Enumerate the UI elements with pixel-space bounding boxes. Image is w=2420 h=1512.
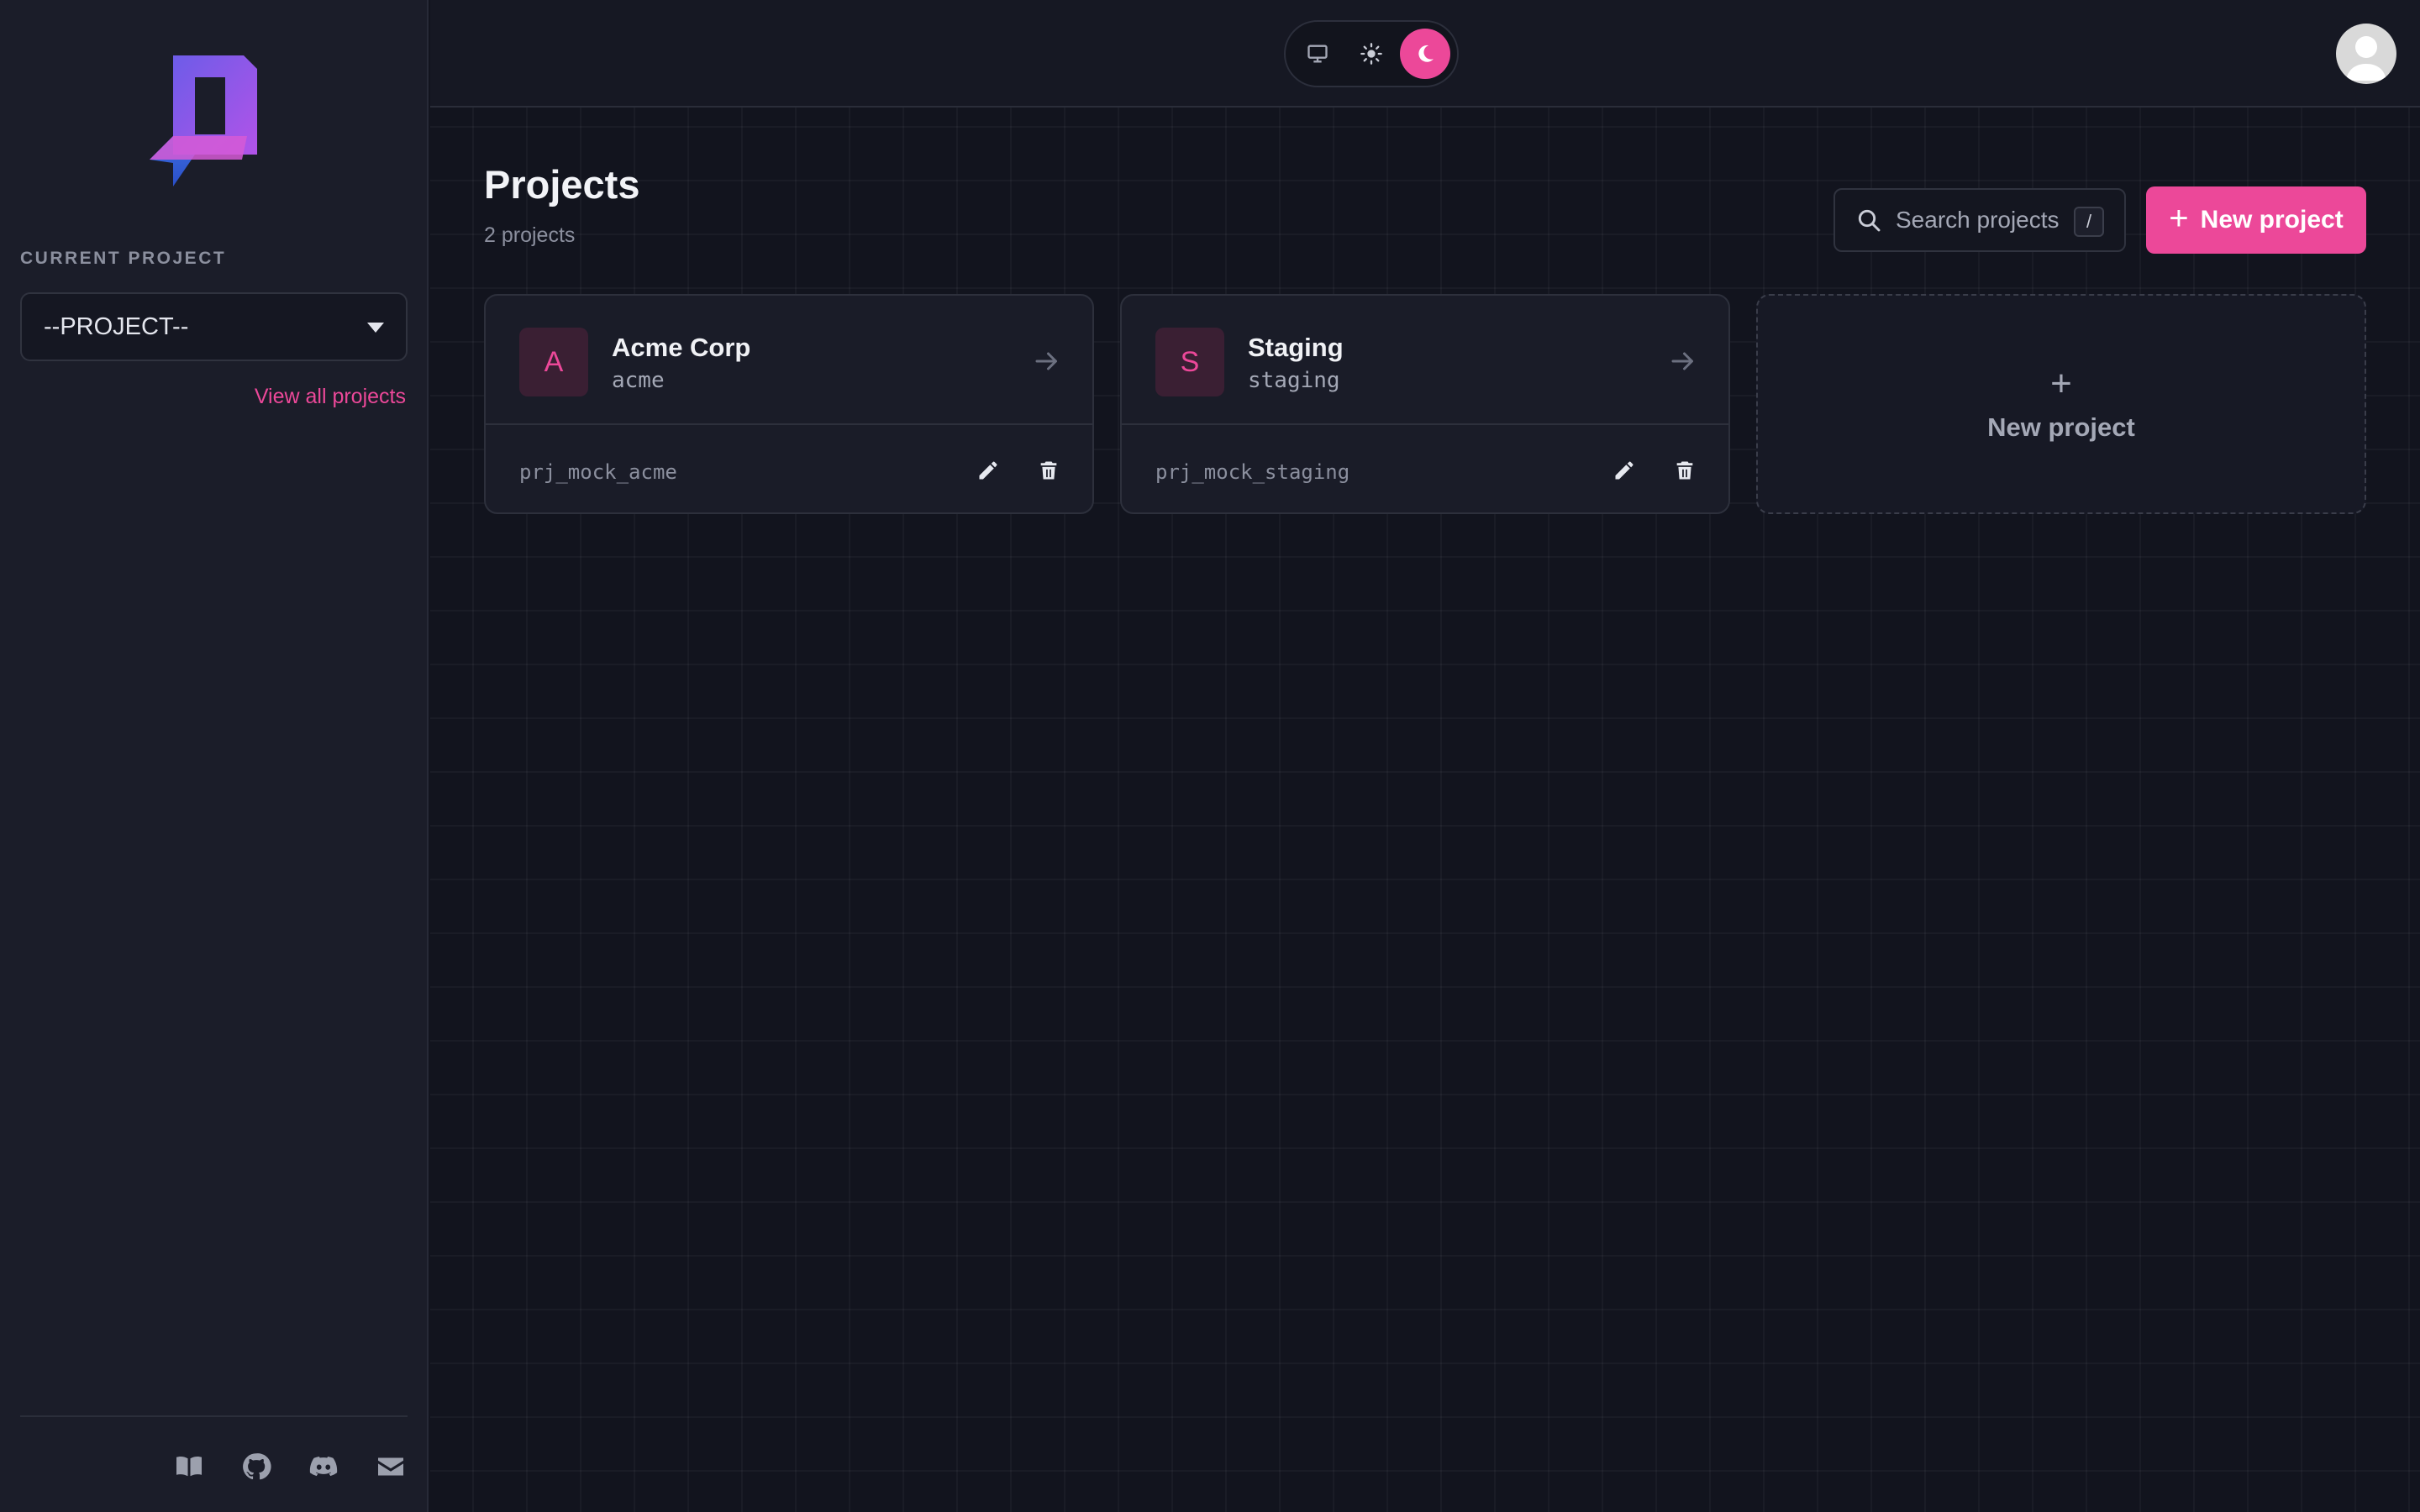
theme-system-button[interactable] — [1292, 29, 1343, 79]
monitor-icon — [1307, 45, 1328, 63]
project-card: S Staging staging prj_mock_staging — [1120, 294, 1730, 514]
project-count: 2 projects — [484, 223, 576, 247]
search-projects-input[interactable]: Search projects / — [1833, 188, 2126, 252]
project-card: A Acme Corp acme prj_mock_acme — [484, 294, 1094, 514]
sidebar: CURRENT PROJECT --PROJECT-- View all pro… — [0, 0, 429, 1512]
project-name: Acme Corp — [612, 333, 751, 362]
plus-icon: + — [2169, 200, 2189, 237]
project-card-header[interactable]: A Acme Corp acme — [486, 296, 1092, 425]
github-icon[interactable] — [239, 1450, 273, 1483]
moon-icon — [1418, 45, 1434, 62]
sidebar-footer — [0, 1446, 408, 1487]
page-title: Projects — [484, 162, 640, 207]
new-project-card-label: New project — [1987, 412, 2135, 442]
mail-icon[interactable] — [374, 1450, 408, 1483]
search-shortcut-key: / — [2074, 207, 2104, 237]
search-icon — [1858, 209, 1881, 232]
sidebar-divider — [20, 1415, 408, 1417]
current-project-label: CURRENT PROJECT — [20, 249, 227, 268]
theme-light-button[interactable] — [1346, 29, 1397, 79]
docs-book-icon[interactable] — [172, 1450, 206, 1483]
project-select[interactable]: --PROJECT-- — [20, 292, 408, 361]
new-project-button-label: New project — [2200, 206, 2344, 234]
user-avatar[interactable] — [2336, 24, 2396, 84]
project-initial-badge: A — [519, 328, 588, 396]
edit-project-button[interactable] — [971, 454, 1005, 487]
project-card-header[interactable]: S Staging staging — [1122, 296, 1728, 425]
pencil-icon — [1615, 461, 1634, 480]
view-all-projects-link[interactable]: View all projects — [255, 385, 406, 409]
delete-project-button[interactable] — [1032, 454, 1065, 487]
edit-project-button[interactable] — [1607, 454, 1641, 487]
sun-icon — [1360, 43, 1382, 65]
project-id: prj_mock_staging — [1155, 460, 1350, 484]
arrow-right-icon — [1035, 352, 1057, 370]
top-bar — [430, 0, 2420, 108]
trash-icon — [1676, 461, 1693, 480]
pencil-icon — [979, 461, 997, 480]
new-project-card[interactable]: + New project — [1756, 294, 2366, 514]
arrow-right-icon — [1671, 352, 1693, 370]
discord-icon[interactable] — [307, 1450, 340, 1483]
project-slug: staging — [1248, 368, 1340, 393]
project-id: prj_mock_acme — [519, 460, 677, 484]
app-logo[interactable] — [150, 55, 259, 190]
plus-icon: + — [2050, 363, 2072, 404]
theme-switcher — [1284, 20, 1459, 87]
search-placeholder: Search projects — [1896, 207, 2060, 233]
caret-down-icon — [367, 323, 384, 333]
project-name: Staging — [1248, 333, 1344, 362]
project-slug: acme — [612, 368, 665, 393]
trash-icon — [1040, 461, 1057, 480]
project-select-value: --PROJECT-- — [44, 312, 189, 340]
delete-project-button[interactable] — [1668, 454, 1702, 487]
theme-dark-button[interactable] — [1400, 29, 1450, 79]
new-project-button[interactable]: + New project — [2146, 186, 2366, 254]
project-initial-badge: S — [1155, 328, 1224, 396]
main-content: Projects 2 projects Search projects / + … — [430, 0, 2420, 1512]
